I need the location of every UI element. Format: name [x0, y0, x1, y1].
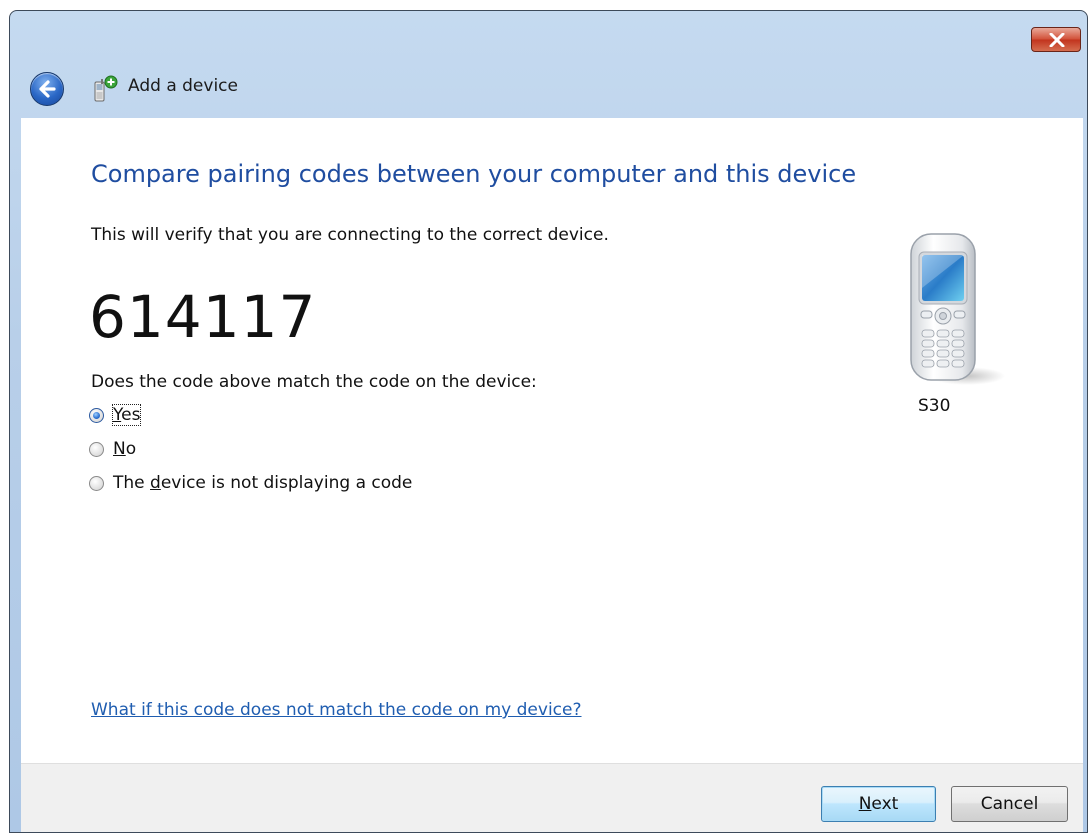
add-device-window: Add a device Compare pairing codes betwe…	[9, 10, 1088, 833]
radio-label-no[interactable]: No	[113, 439, 136, 459]
radio-button-yes[interactable]	[89, 407, 104, 423]
back-arrow-icon	[39, 80, 56, 98]
page-heading: Compare pairing codes between your compu…	[91, 160, 857, 188]
button-bar: Next Cancel	[21, 763, 1083, 832]
radio-label-no-code[interactable]: The device is not displaying a code	[113, 473, 412, 493]
pairing-code: 614117	[89, 283, 317, 351]
radio-button-no[interactable]	[89, 441, 104, 457]
next-button[interactable]: Next	[821, 786, 936, 822]
window-title: Add a device	[128, 76, 238, 96]
add-device-icon	[94, 75, 118, 102]
cancel-button[interactable]: Cancel	[951, 786, 1068, 822]
close-icon	[1049, 33, 1065, 47]
radio-label-yes[interactable]: Yes	[111, 404, 142, 426]
back-button[interactable]	[30, 72, 64, 106]
help-link[interactable]: What if this code does not match the cod…	[91, 700, 582, 720]
phone-device-icon	[910, 233, 1005, 385]
radio-option-no[interactable]: No	[89, 437, 136, 461]
device-name: S30	[918, 396, 951, 416]
radio-option-no-code[interactable]: The device is not displaying a code	[89, 471, 412, 495]
radio-button-no-code[interactable]	[89, 475, 104, 491]
title-bar: Add a device	[10, 11, 1087, 119]
content-area: Compare pairing codes between your compu…	[21, 118, 1083, 763]
radio-option-yes[interactable]: Yes	[89, 403, 142, 427]
description-text: This will verify that you are connecting…	[91, 225, 609, 245]
close-button[interactable]	[1031, 27, 1081, 52]
match-question: Does the code above match the code on th…	[91, 372, 537, 392]
